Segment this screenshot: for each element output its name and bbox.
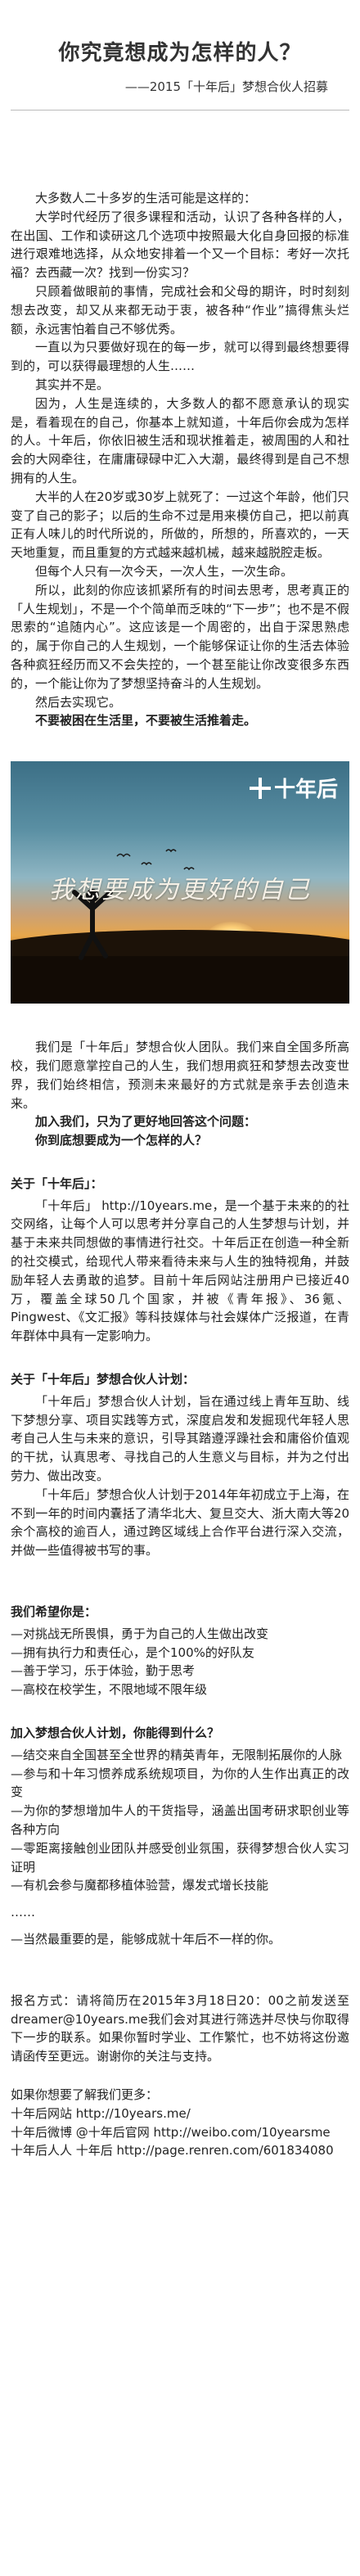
intro-paragraph: 大学时代经历了很多课程和活动，认识了各种各样的人，在出国、工作和读研这几个选项中… bbox=[11, 209, 349, 281]
more-info-section: 如果你想要了解我们更多： 十年后网站 http://10years.me/ 十年… bbox=[11, 2086, 349, 2160]
more-info-link[interactable]: 十年后网站 http://10years.me/ bbox=[11, 2105, 349, 2123]
program-text: 「十年后」梦想合伙人计划，旨在通过线上青年互助、线下梦想分享、项目实践等方式，深… bbox=[11, 1393, 349, 1484]
more-info-link[interactable]: 十年后微博 @十年后官网 http://weibo.com/10yearsme bbox=[11, 2123, 349, 2142]
list-item: —高校在校学生，不限地域不限年级 bbox=[11, 1682, 208, 1698]
list-item: —有机会参与魔都移植体验营，爆发式增长技能 bbox=[11, 1878, 269, 1893]
intro-paragraph: 然后去实现它。 bbox=[35, 694, 122, 710]
list-item: —结交来自全国甚至全世界的精英青年，无限制拓展你的人脉 bbox=[11, 1747, 343, 1762]
intro-paragraph: 大多数人二十多岁的生活可能是这样的： bbox=[35, 191, 257, 205]
brand-name: 十年后 bbox=[273, 778, 338, 803]
program-text: 「十年后」梦想合伙人计划于2014年年初成立于上海，在不到一年的时间内囊括了清华… bbox=[11, 1487, 349, 1559]
more-info-heading: 如果你想要了解我们更多： bbox=[11, 2087, 159, 2102]
intro-paragraph: 但每个人只有一次今天，一次人生，一次生命。 bbox=[35, 563, 294, 579]
team-question-lead: 加入我们，只为了更好地回答这个问题： bbox=[35, 1114, 257, 1130]
intro-paragraph: 因为，人生是连续的，大多数人的都不愿意承认的现实是，看着现在的自己，你基本上就知… bbox=[11, 395, 349, 485]
list-item: —对挑战无所畏惧，勇于为自己的人生做出改变 bbox=[11, 1626, 269, 1641]
intro-paragraph-bold: 不要被困在生活里，不要被生活推着走。 bbox=[35, 713, 257, 729]
intro-paragraph: 大半的人在20岁或30岁上就死了：一过这个年龄，他们只变了自己的影子；以后的生命… bbox=[11, 489, 349, 561]
hope-heading: 我们希望你是： bbox=[11, 1604, 97, 1620]
plus-icon bbox=[249, 778, 271, 800]
page-subtitle: ——2015「十年后」梦想合伙人招募 bbox=[124, 79, 328, 94]
intro-paragraph: 一直以为只要做好现在的每一步，就可以得到最终想要得到的，可以获得最理想的人生…… bbox=[11, 340, 349, 374]
signup-section: 报名方式：请将简历在2015年3月18日20：00之前发送至dreamer@10… bbox=[11, 1992, 349, 2066]
list-item: —拥有执行力和责任心，是个100%的好队友 bbox=[11, 1644, 254, 1660]
about-section: 关于「十年后」： 「十年后」 http://10years.me，是一个基于未来… bbox=[11, 1175, 349, 1346]
article-body: 大多数人二十多岁的生活可能是这样的： 大学时代经历了很多课程和活动，认识了各种各… bbox=[11, 111, 349, 2160]
program-heading: 关于「十年后」梦想合伙人计划： bbox=[11, 1372, 196, 1387]
photo-slogan: 我想要成为更好的自己 bbox=[49, 876, 311, 905]
about-heading: 关于「十年后」： bbox=[11, 1175, 103, 1191]
program-section: 关于「十年后」梦想合伙人计划： 「十年后」梦想合伙人计划，旨在通过线上青年互助、… bbox=[11, 1370, 349, 1560]
list-item: —为你的梦想增加牛人的干货指导，涵盖出国考研求职创业等各种方向 bbox=[11, 1803, 349, 1837]
intro-paragraph: 其实并不是。 bbox=[35, 377, 110, 392]
page: 你究竟想成为怎样的人？ ——2015「十年后」梦想合伙人招募 大多数人二十多岁的… bbox=[0, 0, 360, 2160]
ellipsis: …… bbox=[11, 1905, 35, 1920]
about-text: 「十年后」 http://10years.me，是一个基于未来的的社交网络，让每… bbox=[11, 1198, 349, 1344]
more-info-link[interactable]: 十年后人人 十年后 http://page.renren.com/6018340… bbox=[11, 2141, 349, 2160]
gain-last: —当然最重要的是，能够成就十年后不一样的你。 bbox=[11, 1931, 281, 1947]
gain-heading: 加入梦想合伙人计划，你能得到什么？ bbox=[11, 1726, 220, 1741]
list-item: —参与和十年习惯养成系统规项目，为你的人生作出真正的改变 bbox=[11, 1766, 349, 1800]
intro-paragraph: 所以，此刻的你应该抓紧所有的时间去思考，思考真正的「人生规划」，不是一个个简单而… bbox=[11, 582, 349, 691]
list-item: —善于学习，乐于体验，勤于思考 bbox=[11, 1663, 196, 1679]
page-title: 你究竟想成为怎样的人？ bbox=[58, 41, 302, 65]
ground-shape bbox=[11, 956, 349, 1004]
hope-section: 我们希望你是： —对挑战无所畏惧，勇于为自己的人生做出改变 —拥有执行力和责任心… bbox=[11, 1603, 349, 1699]
list-item: —零距离接触创业团队并感受创业氛围，获得梦想合伙人实习证明 bbox=[11, 1840, 349, 1874]
sunset-photo: 十年后 我想要成为更好的自己 bbox=[11, 761, 349, 1004]
team-question: 你到底想要成为一个怎样的人？ bbox=[35, 1133, 208, 1148]
intro-paragraph: 只顾着做眼前的事情，完成社会和父母的期许，时时刻刻想去改变，却又从来都无动于衷，… bbox=[11, 283, 349, 336]
signup-text: 报名方式：请将简历在2015年3月18日20：00之前发送至dreamer@10… bbox=[11, 1992, 349, 2064]
team-paragraph: 我们是「十年后」梦想合伙人团队。我们来自全国多所高校，我们愿意掌控自己的人生，我… bbox=[11, 1040, 349, 1111]
gain-section: 加入梦想合伙人计划，你能得到什么？ —结交来自全国甚至全世界的精英青年，无限制拓… bbox=[11, 1724, 349, 1949]
brand-logo: 十年后 bbox=[249, 773, 338, 803]
